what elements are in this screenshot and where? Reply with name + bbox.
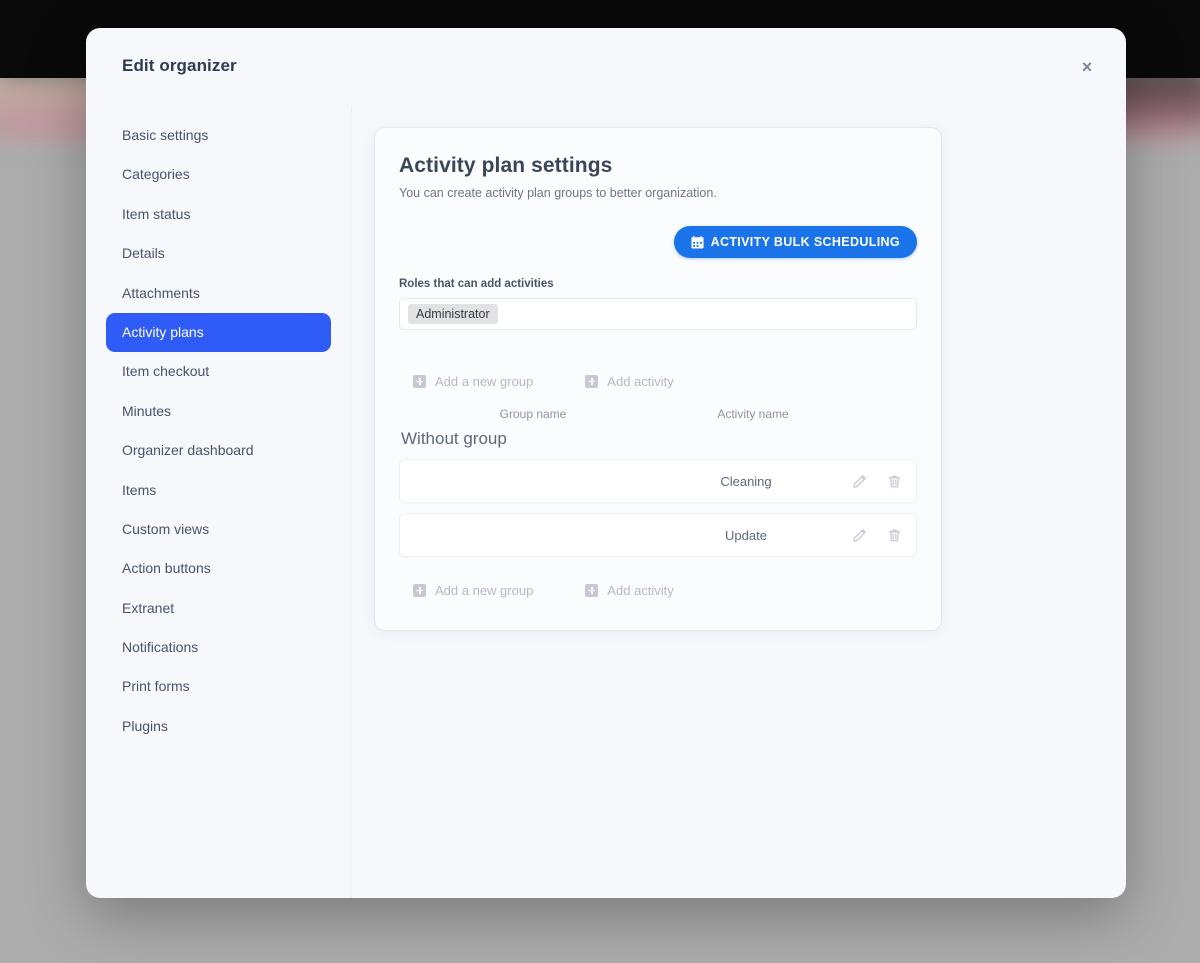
plus-square-icon [413,584,426,597]
sidebar-item-organizer-dashboard[interactable]: Organizer dashboard [106,431,331,470]
sidebar-item-item-checkout[interactable]: Item checkout [106,352,331,391]
modal-header: Edit organizer × [86,28,1126,106]
add-activity-button[interactable]: Add activity [585,583,674,598]
sidebar-item-label: Attachments [122,284,200,301]
plus-square-icon [585,375,599,388]
cell-activity-name: Update [725,527,767,543]
row-actions [852,528,902,543]
column-header-group-name: Group name [499,407,567,421]
roles-field-label: Roles that can add activities [399,278,554,290]
sidebar-item-label: Categories [122,166,190,183]
add-action-label: Add a new group [435,374,534,389]
edit-organizer-modal: Edit organizer × Basic settings Categorie… [86,28,1126,898]
sidebar-item-basic-settings[interactable]: Basic settings [106,116,331,155]
sidebar-item-print-forms[interactable]: Print forms [106,667,331,706]
trash-icon[interactable] [887,528,902,543]
sidebar-item-label: Custom views [122,520,210,537]
add-action-label: Add activity [607,583,674,598]
sidebar-item-activity-plans[interactable]: Activity plans [106,312,331,353]
sidebar-item-label: Basic settings [122,127,209,143]
role-chip[interactable]: Administrator [408,304,498,324]
sidebar-item-label: Item status [122,205,191,222]
table-row[interactable]: Update [399,513,917,557]
activity-rows: Cleaning Update [399,459,917,557]
sidebar-item-label: Organizer dashboard [122,442,254,459]
column-header-activity-name: Activity name [717,407,789,421]
pencil-icon[interactable] [852,474,867,489]
column-headers: Group name Activity name [399,407,917,421]
cell-activity-name: Cleaning [720,473,772,489]
add-activity-button[interactable]: Add activity [585,374,674,389]
sidebar-item-label: Activity plans [122,323,204,340]
sidebar-item-label: Items [122,481,157,498]
pencil-icon[interactable] [852,528,867,543]
sidebar-item-label: Print forms [122,678,190,695]
sidebar-item-label: Notifications [122,639,199,656]
modal-body: Basic settings Categories Item status Detai… [86,106,1126,898]
roles-input[interactable]: Administrator [399,298,917,330]
sidebar-item-minutes[interactable]: Minutes [106,392,331,431]
group-label: Without group [401,429,507,448]
sidebar-item-extranet[interactable]: Extranet [106,589,331,628]
plus-square-icon [413,375,426,388]
sidebar-item-custom-views[interactable]: Custom views [106,510,331,549]
settings-sidebar: Basic settings Categories Item status Detai… [86,106,352,898]
add-a-new-group-button[interactable]: Add a new group [413,374,533,389]
close-icon[interactable]: × [1072,52,1102,82]
sidebar-item-action-buttons[interactable]: Action buttons [106,549,331,588]
activity-bulk-scheduling-button[interactable]: ACTIVITY BULK SCHEDULING [673,226,917,258]
card-subtitle: You can create activity plan groups to b… [399,186,717,200]
sidebar-item-notifications[interactable]: Notifications [106,628,331,667]
add-actions-bottom: Add a new group Add activity [399,583,917,598]
sidebar-item-item-status[interactable]: Item status [106,195,331,234]
add-a-new-group-button[interactable]: Add a new group [413,583,533,598]
card-title: Activity plan settings [399,154,613,177]
sidebar-item-label: Minutes [122,402,172,419]
sidebar-item-details[interactable]: Details [106,234,331,273]
calendar-icon [691,235,704,249]
add-action-label: Add activity [607,374,674,389]
table-row[interactable]: Cleaning [399,459,917,503]
settings-content: Activity plan settings You can create ac… [352,106,1126,898]
row-actions [852,474,902,489]
trash-icon[interactable] [887,474,902,489]
sidebar-item-plugins[interactable]: Plugins [106,707,331,746]
sidebar-item-label: Plugins [122,717,168,734]
bulk-button-row: ACTIVITY BULK SCHEDULING [399,226,917,258]
sidebar-item-categories[interactable]: Categories [106,155,331,194]
sidebar-item-label: Details [122,245,165,262]
sidebar-item-label: Action buttons [122,560,211,577]
plus-square-icon [585,584,599,597]
activity-plan-settings-card: Activity plan settings You can create ac… [375,128,941,630]
add-action-label: Add a new group [435,583,534,598]
sidebar-item-items[interactable]: Items [106,471,331,510]
page-title: Edit organizer [122,56,237,75]
add-actions-top: Add a new group Add activity [399,374,917,389]
sidebar-item-attachments[interactable]: Attachments [106,274,331,313]
sidebar-item-label: Extranet [122,599,175,616]
bulk-button-label: ACTIVITY BULK SCHEDULING [710,235,900,249]
sidebar-item-label: Item checkout [122,363,210,380]
